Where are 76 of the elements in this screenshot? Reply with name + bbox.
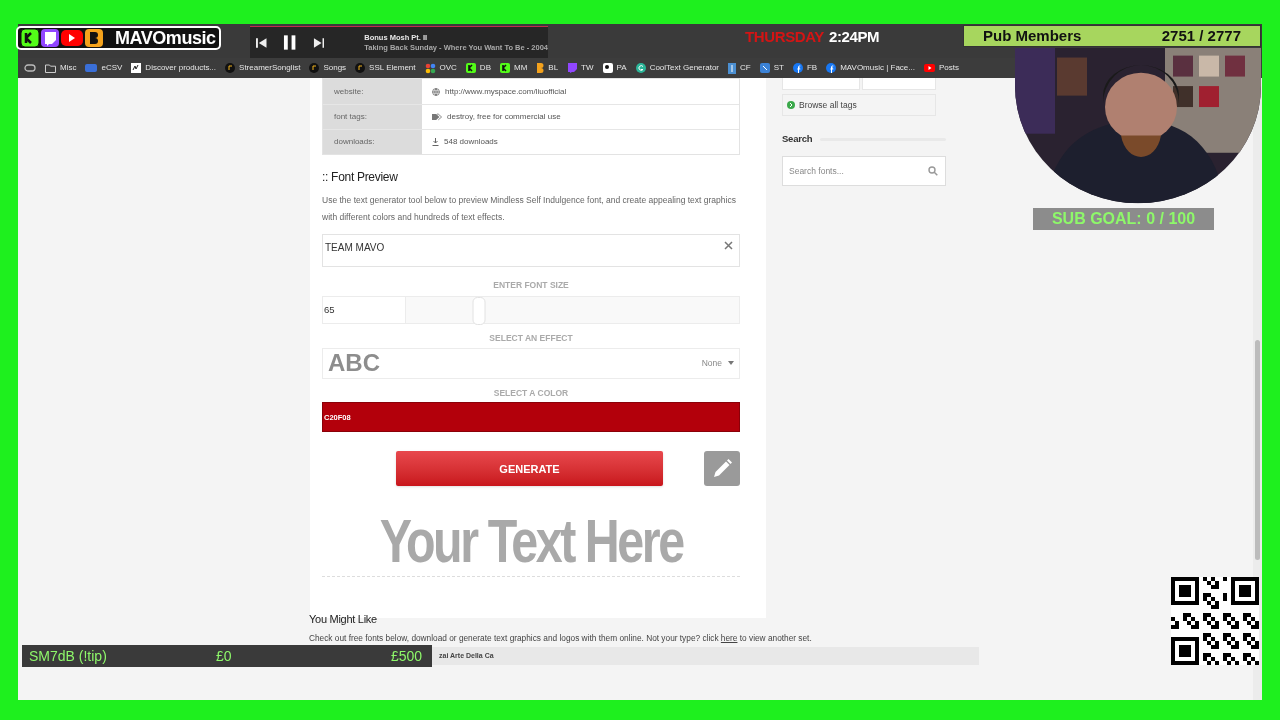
bookmark-link[interactable]: MAVOmusic | Face...: [826, 62, 915, 74]
description-text: Use the text generator tool below to preview Mindless Self Indulgence font, and create appealing text graphics with different colors and hundreds of text effects.: [322, 194, 737, 224]
globe-icon: [432, 87, 440, 96]
day-text: THURSDAY: [745, 27, 824, 47]
qr-code-icon: [1171, 577, 1259, 665]
bookmark-link[interactable]: MM: [500, 62, 528, 74]
bookmark-link[interactable]: PA: [602, 62, 627, 74]
tip-label: SM7dB (!tip): [29, 646, 108, 666]
site-logo-icon: [131, 63, 142, 73]
browse-tags-link[interactable]: Browse all tags: [782, 94, 936, 116]
previous-icon[interactable]: [256, 37, 268, 48]
field-label: SELECT A COLOR: [493, 386, 569, 400]
detail-label: downloads:: [323, 130, 422, 154]
bookmark-link[interactable]: BL: [536, 62, 559, 74]
g-logo-icon: [635, 63, 646, 73]
bookmark-link[interactable]: OVC: [424, 62, 457, 74]
bookmark-link[interactable]: CoolText Generator: [635, 62, 719, 74]
pause-icon[interactable]: [283, 35, 297, 50]
text-input-field[interactable]: TEAM MAVO: [322, 234, 740, 267]
k-logo-icon: [465, 63, 476, 73]
bookmark-link[interactable]: FB: [792, 62, 818, 74]
section-heading: You Might Like: [309, 612, 378, 627]
f-logo-icon: [826, 63, 837, 73]
detail-label: website:: [323, 79, 422, 104]
members-label: Pub Members: [983, 25, 1082, 46]
sidebar-heading: Search: [782, 132, 813, 146]
b-logo-icon: [536, 63, 545, 73]
bookmark-link[interactable]: ST: [759, 62, 784, 74]
effect-dropdown[interactable]: ABC None: [322, 347, 740, 379]
download-icon: [432, 138, 439, 146]
bookmark-link[interactable]: Posts: [924, 62, 959, 74]
detail-value: 548 downloads: [444, 136, 498, 148]
bookmark-link[interactable]: SSL Element: [355, 62, 416, 74]
bookmark-link[interactable]: Songs: [309, 62, 347, 74]
dots-icon: [424, 62, 436, 74]
close-icon[interactable]: [724, 241, 733, 250]
bookmark-link[interactable]: DB: [465, 62, 491, 74]
tip-goal: £500: [391, 646, 423, 666]
tags-icon: [432, 113, 442, 121]
field-label: SELECT AN EFFECT: [489, 331, 573, 345]
slider-thumb[interactable]: [472, 296, 486, 325]
caret-icon: [728, 361, 734, 365]
bookmark-link[interactable]: StreamerSonglist: [225, 62, 301, 74]
folder-icon: [45, 63, 56, 73]
detail-value: http://www.myspace.com/liuofficial: [445, 85, 567, 98]
play-icon: [924, 64, 935, 72]
chat-bubble-icon: [567, 63, 578, 73]
search-field[interactable]: Search fonts...: [782, 156, 946, 187]
preview-text: Your Text Here: [379, 508, 683, 575]
members-count: 2751 / 2777: [1161, 25, 1241, 46]
description-text: Check out free fonts below, download or generate text graphics and logos with them online. Not your type? click here to view another set.: [309, 631, 813, 644]
size-input-field[interactable]: 65: [323, 296, 406, 323]
detail-value: destroy, free for commercial use: [447, 111, 561, 123]
bookmark-link[interactable]: eCSV: [85, 62, 123, 74]
bookmark-link[interactable]: Discover products...: [131, 62, 217, 74]
tip-current: £0: [216, 646, 233, 666]
arrow-circle-icon: [787, 101, 795, 109]
section-heading: :: Font Preview: [322, 169, 399, 186]
bookmark-link[interactable]: Misc: [45, 62, 77, 74]
pencil-icon: [711, 457, 733, 480]
next-icon[interactable]: [312, 37, 325, 48]
f-logo-icon: [792, 63, 803, 73]
scrollbar-thumb[interactable]: [1255, 340, 1260, 560]
bookmark-link[interactable]: TW: [567, 62, 594, 74]
sub-goal-label: SUB GOAL: 0 / 100: [1033, 208, 1214, 230]
edit-button[interactable]: [704, 451, 740, 487]
here-link[interactable]: here: [720, 632, 738, 643]
generate-button[interactable]: GENERATE: [396, 451, 663, 487]
field-label: ENTER FONT SIZE: [493, 279, 569, 292]
search-icon[interactable]: [928, 166, 938, 177]
tab-search-icon[interactable]: [24, 63, 36, 73]
detail-label: font tags:: [323, 105, 422, 129]
k-logo-icon: [500, 63, 510, 73]
bookmark-link[interactable]: CF: [728, 62, 751, 74]
logo-text: MAVOmusic: [115, 28, 216, 48]
time-text: 2:24PM: [828, 27, 880, 47]
